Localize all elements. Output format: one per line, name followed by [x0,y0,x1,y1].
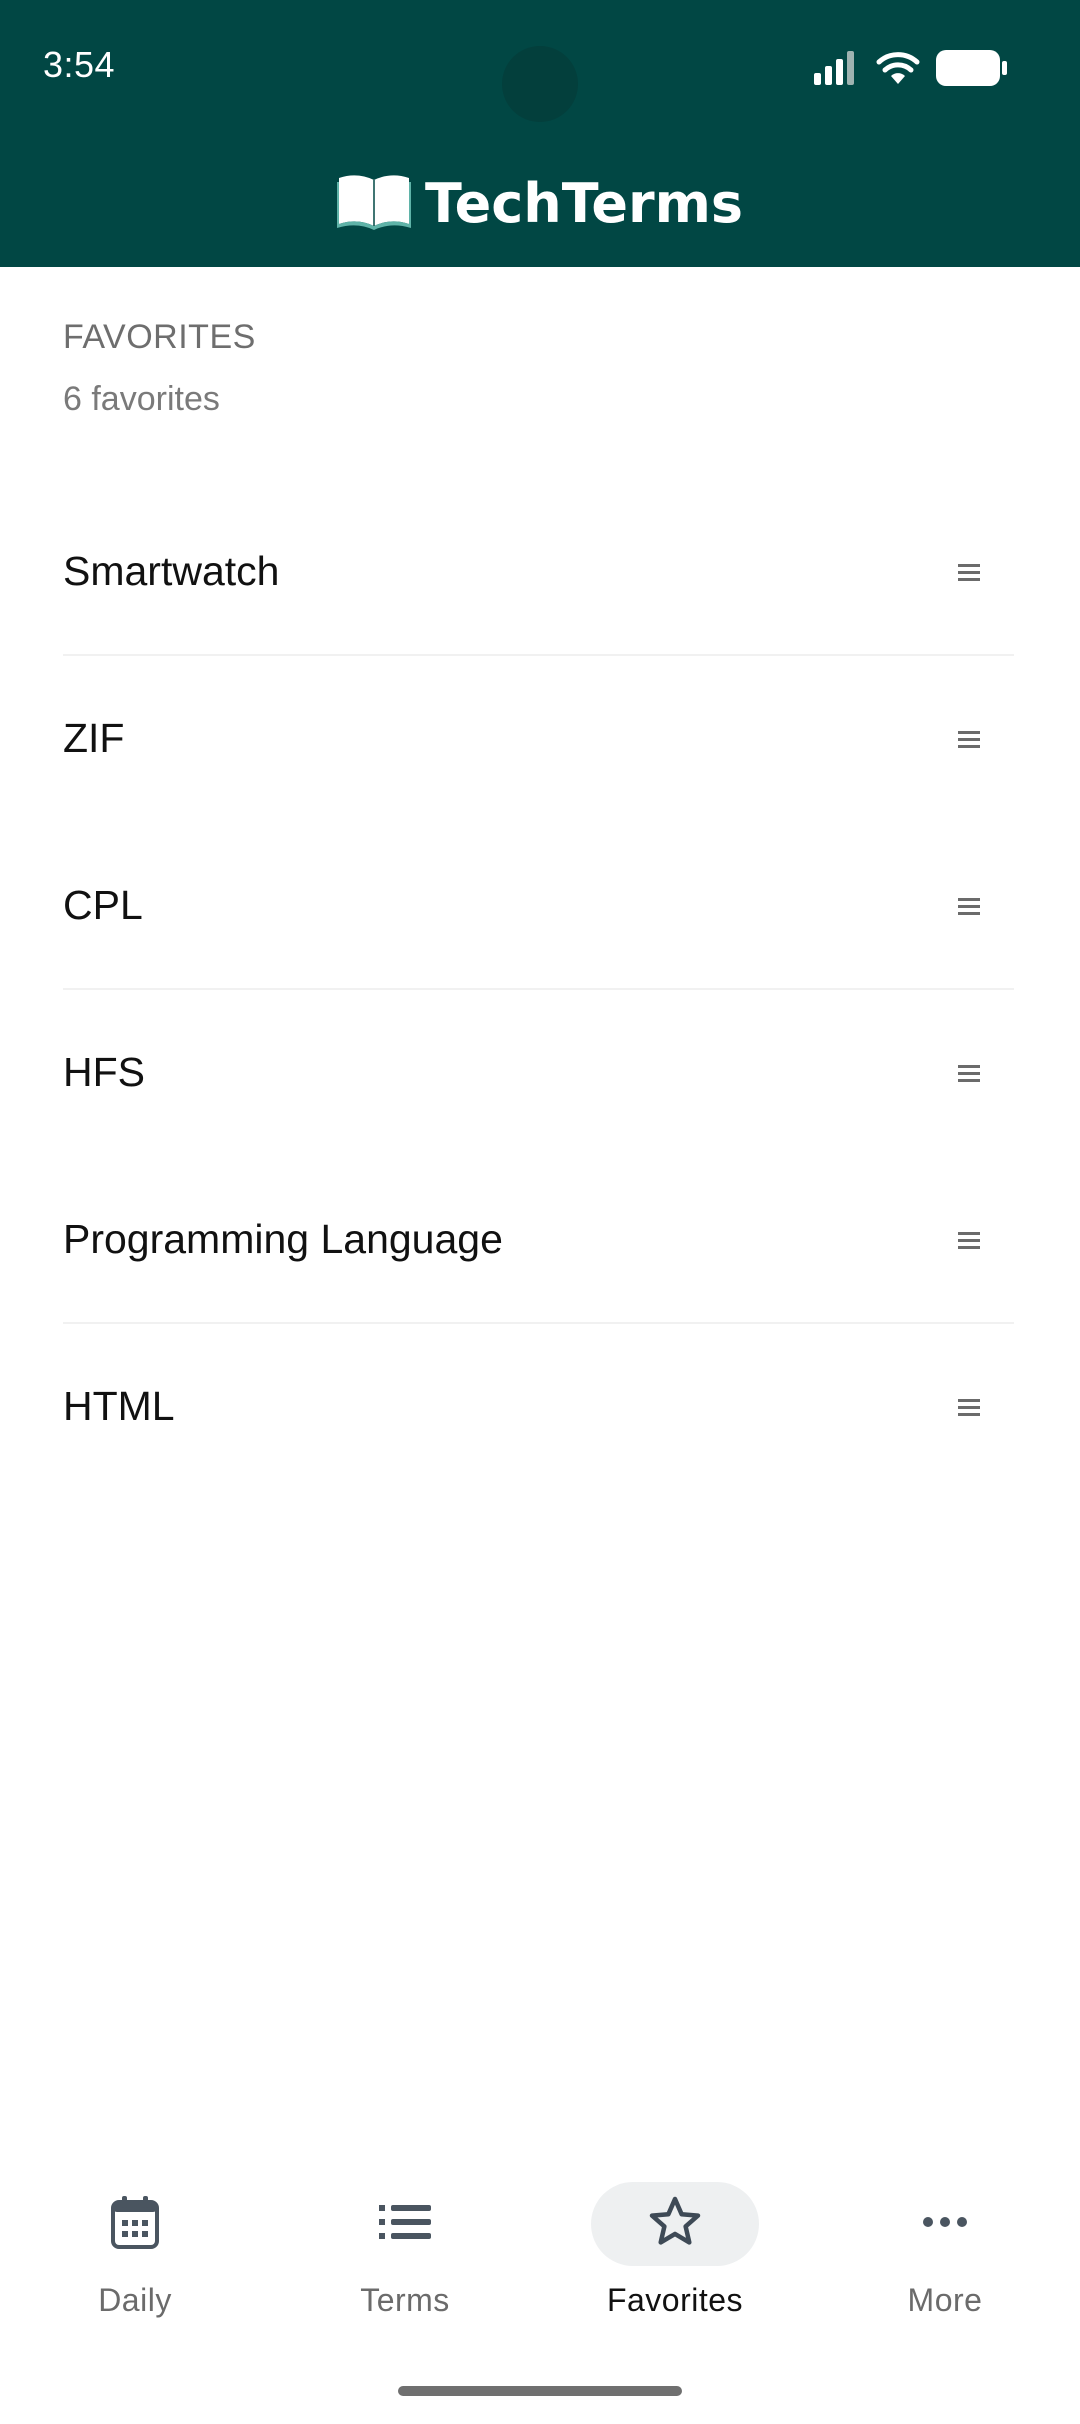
nav-item-more[interactable]: More [810,2160,1080,2360]
nav-icon-wrap [861,2182,1029,2266]
drag-handle-icon[interactable] [954,724,984,754]
section-label: FAVORITES [63,318,256,356]
drag-handle-icon[interactable] [954,891,984,921]
app-header: 3:54 TechTerms [0,0,1080,267]
nav-icon-wrap [51,2182,219,2266]
drag-handle-icon[interactable] [954,1225,984,1255]
brand: TechTerms [0,172,1080,235]
nav-label-more: More [907,2282,983,2318]
drag-handle-icon[interactable] [954,557,984,587]
bottom-nav: Daily Terms Favorites More [0,2160,1080,2360]
app-title: TechTerms [424,172,744,235]
nav-item-daily[interactable]: Daily [0,2160,270,2360]
status-icons [814,50,1008,91]
calendar-icon [110,2194,160,2255]
nav-item-terms[interactable]: Terms [270,2160,540,2360]
drag-handle-icon[interactable] [954,1392,984,1422]
nav-item-favorites[interactable]: Favorites [540,2160,810,2360]
list-item-label: Programming Language [63,1216,503,1262]
nav-label-daily: Daily [98,2282,172,2318]
list-item-label: CPL [63,882,143,928]
star-icon [647,2195,703,2254]
list-item-label: HTML [63,1383,175,1429]
list-item-label: HFS [63,1049,145,1095]
status-time: 3:54 [43,44,116,85]
nav-icon-wrap [321,2182,489,2266]
home-indicator[interactable] [398,2386,682,2396]
nav-label-terms: Terms [360,2282,450,2318]
list-item[interactable]: Smartwatch [63,489,1014,656]
more-horizontal-icon [922,2215,968,2233]
camera-cutout [502,46,578,122]
list-item[interactable]: HFS [63,990,1014,1157]
battery-icon [936,50,1008,91]
nav-label-favorites: Favorites [606,2282,744,2318]
drag-handle-icon[interactable] [954,1058,984,1088]
list-item-label: Smartwatch [63,548,280,594]
list-item[interactable]: ZIF [63,656,1014,823]
wifi-icon [876,51,920,90]
list-item[interactable]: Programming Language [63,1157,1014,1324]
nav-icon-wrap [591,2182,759,2266]
list-icon [379,2204,431,2245]
list-item-label: ZIF [63,715,125,761]
favorites-list: Smartwatch ZIF CPL HFS Programming Langu… [63,489,1014,1491]
signal-icon [814,51,860,90]
favorites-count: 6 favorites [63,380,220,418]
open-book-icon [336,172,411,235]
list-item[interactable]: CPL [63,823,1014,990]
list-item[interactable]: HTML [63,1324,1014,1491]
